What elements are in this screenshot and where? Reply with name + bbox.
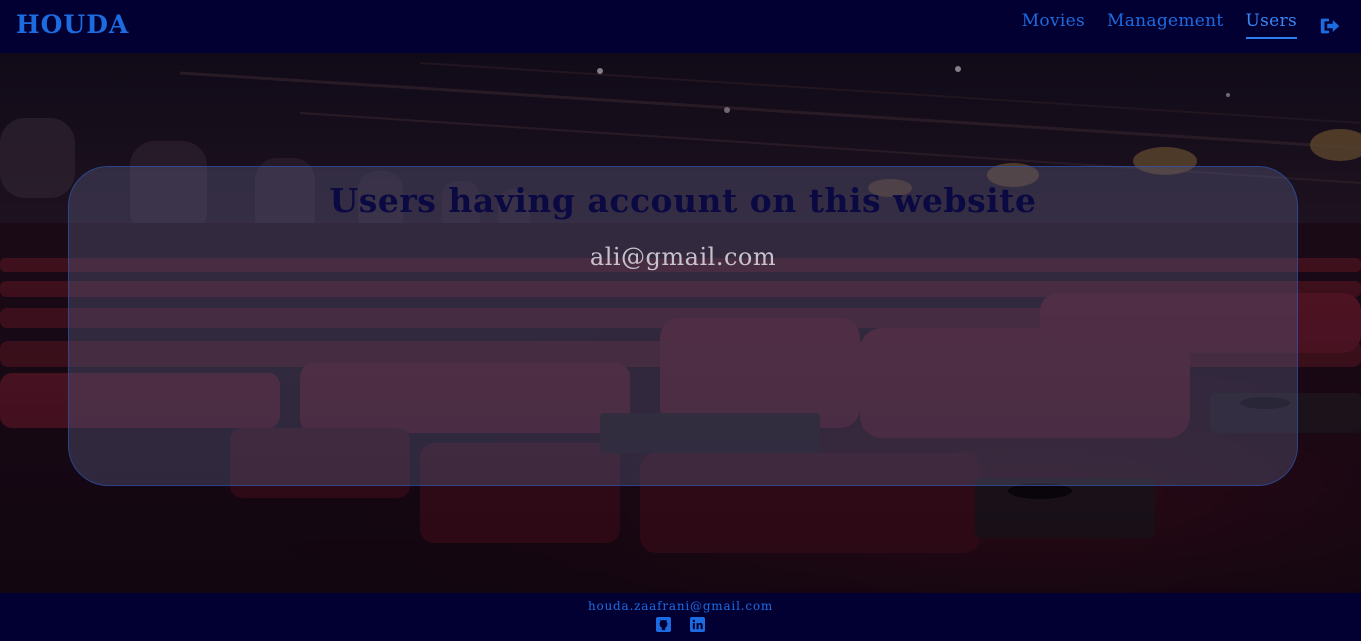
footer-email[interactable]: houda.zaafrani@gmail.com <box>0 599 1361 613</box>
brand-logo[interactable]: HOUDA <box>16 10 129 39</box>
nav-link-users[interactable]: Users <box>1245 11 1297 39</box>
nav-link-management[interactable]: Management <box>1107 11 1224 37</box>
linkedin-icon[interactable] <box>690 617 705 632</box>
nav-link-movies[interactable]: Movies <box>1022 11 1085 37</box>
sign-out-icon[interactable] <box>1319 15 1341 37</box>
top-navbar: HOUDA Movies Management Users <box>0 0 1361 53</box>
user-email: ali@gmail.com <box>589 243 777 271</box>
nav-links: Movies Management Users <box>1000 0 1341 53</box>
page-title: Users having account on this website <box>329 181 1037 220</box>
user-list: ali@gmail.com <box>69 243 1297 271</box>
github-icon[interactable] <box>656 617 671 632</box>
footer: houda.zaafrani@gmail.com <box>0 593 1361 641</box>
footer-social-icons <box>0 617 1361 632</box>
users-card: Users having account on this website ali… <box>68 166 1298 486</box>
